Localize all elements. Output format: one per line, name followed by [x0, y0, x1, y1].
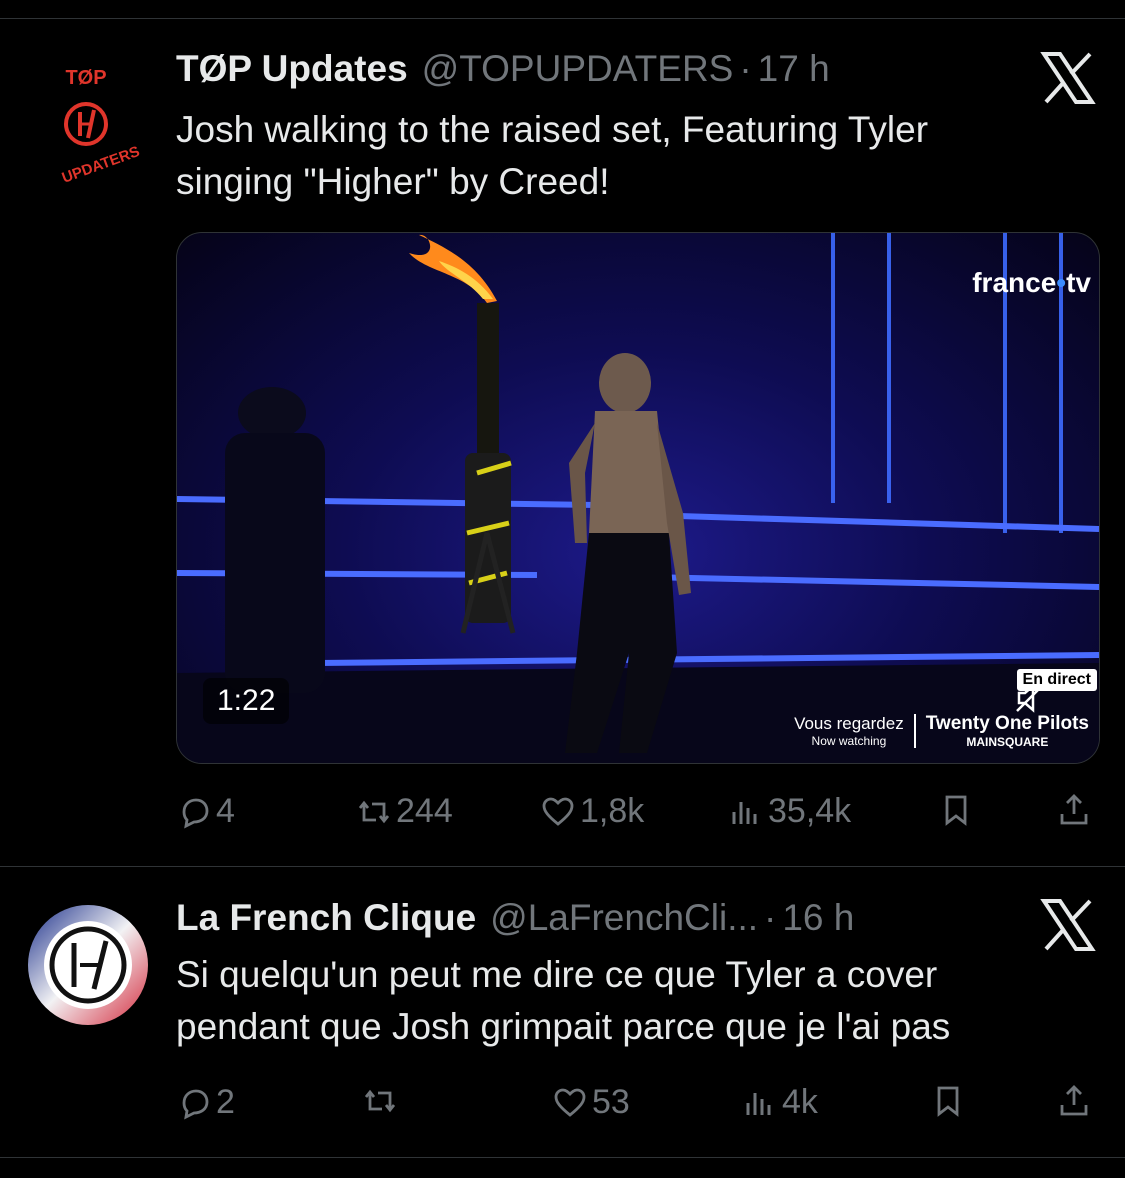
- separator-dot: ·: [764, 897, 777, 938]
- like-button[interactable]: 53: [552, 1083, 630, 1122]
- share-button[interactable]: [1056, 792, 1096, 828]
- tweet-actions: 4 244 1,8k 35,4k: [176, 792, 1096, 836]
- like-count: 1,8k: [580, 792, 645, 830]
- heart-icon: [554, 1088, 586, 1117]
- bookmark-button[interactable]: [938, 792, 978, 828]
- svg-text:UPDATERS: UPDATERS: [60, 143, 142, 186]
- timestamp[interactable]: 16 h: [782, 897, 854, 939]
- retweet-icon: [358, 800, 390, 823]
- now-watching-block: Vous regardez Now watching: [794, 714, 916, 748]
- tweet-text-line-2: singing "Higher" by Creed!: [176, 161, 610, 202]
- video-frame: [177, 233, 1099, 763]
- separator-dot: ·: [739, 48, 752, 89]
- tweet-text: Si quelqu'un peut me dire ce que Tyler a…: [176, 949, 1096, 1053]
- svg-text:TØP: TØP: [65, 67, 106, 89]
- broadcaster-tail: tv: [1066, 267, 1091, 298]
- top-updaters-avatar[interactable]: TØP UPDATERS: [24, 62, 148, 186]
- reply-count: 4: [216, 792, 235, 830]
- views-icon: [746, 1092, 771, 1115]
- x-logo-icon: [1040, 899, 1096, 951]
- la-french-clique-avatar[interactable]: [26, 903, 150, 1027]
- bookmark-icon: [945, 795, 967, 826]
- retweet-button[interactable]: 244: [356, 792, 453, 831]
- lower-third-banner: Vous regardez Now watching Twenty One Pi…: [794, 713, 1089, 749]
- tweet-actions: 2 53 4k: [176, 1083, 1096, 1127]
- band-name: Twenty One Pilots: [925, 713, 1089, 734]
- band-block: Twenty One Pilots MAINSQUARE: [916, 713, 1089, 749]
- reply-count: 2: [216, 1083, 235, 1121]
- user-handle[interactable]: @LaFrenchCli...: [490, 897, 758, 939]
- volume-muted-icon[interactable]: [1013, 681, 1047, 715]
- now-watching-en: Now watching: [811, 734, 887, 748]
- views-button[interactable]: 35,4k: [728, 792, 851, 831]
- festival-name: MAINSQUARE: [966, 735, 1049, 749]
- display-name[interactable]: La French Clique: [176, 897, 476, 939]
- bookmark-icon: [937, 1086, 959, 1117]
- views-count: 4k: [782, 1083, 818, 1121]
- share-button[interactable]: [1056, 1083, 1096, 1119]
- timestamp[interactable]: 17 h: [758, 48, 830, 90]
- heart-icon: [542, 797, 574, 826]
- share-icon: [1060, 794, 1088, 825]
- reply-icon: [182, 1089, 209, 1119]
- like-count: 53: [592, 1083, 630, 1121]
- share-icon: [1060, 1085, 1088, 1116]
- retweet-button[interactable]: [362, 1083, 402, 1119]
- bottom-divider: [0, 1157, 1125, 1158]
- video-duration: 1:22: [203, 678, 290, 724]
- tweet-text: Josh walking to the raised set, Featurin…: [176, 104, 1096, 208]
- display-name[interactable]: TØP Updates: [176, 48, 408, 90]
- x-logo-icon: [1040, 52, 1096, 104]
- tweet-header: TØP Updates @TOPUPDATERS · 17 h: [176, 48, 830, 98]
- cameraman-head: [238, 387, 306, 439]
- broadcaster-main: france: [972, 267, 1057, 298]
- performer-head: [599, 353, 651, 413]
- views-icon: [732, 801, 757, 824]
- tweet-text-line-1: Josh walking to the raised set, Featurin…: [176, 109, 929, 150]
- retweet-count: 244: [396, 792, 453, 830]
- views-button[interactable]: 4k: [742, 1083, 818, 1122]
- retweet-icon: [364, 1089, 396, 1113]
- user-handle[interactable]: @TOPUPDATERS: [422, 48, 734, 90]
- like-button[interactable]: 1,8k: [540, 792, 644, 831]
- tweet-2[interactable]: La French Clique @LaFrenchCli... · 16 h …: [0, 867, 1125, 1157]
- reply-button[interactable]: 2: [176, 1083, 235, 1122]
- cameraman-body: [225, 433, 325, 693]
- tweet-text-line-2: pendant que Josh grimpait parce que je l…: [176, 1006, 951, 1047]
- now-watching-fr: Vous regardez: [794, 714, 904, 733]
- video-player[interactable]: france•tv En direct Vous regardez Now wa…: [176, 232, 1100, 764]
- tweet-1[interactable]: TØP UPDATERS TØP Updates @TOPUPDATERS · …: [0, 0, 1125, 866]
- views-count: 35,4k: [768, 792, 852, 830]
- broadcaster-dot: •: [1056, 267, 1067, 298]
- performer-torso: [589, 411, 669, 533]
- tweet-text-line-1: Si quelqu'un peut me dire ce que Tyler a…: [176, 954, 938, 995]
- reply-button[interactable]: 4: [176, 792, 235, 831]
- reply-icon: [182, 798, 209, 828]
- broadcaster-logo: france•tv: [972, 267, 1091, 299]
- bookmark-button[interactable]: [930, 1083, 970, 1119]
- tweet-header: La French Clique @LaFrenchCli... · 16 h: [176, 897, 854, 947]
